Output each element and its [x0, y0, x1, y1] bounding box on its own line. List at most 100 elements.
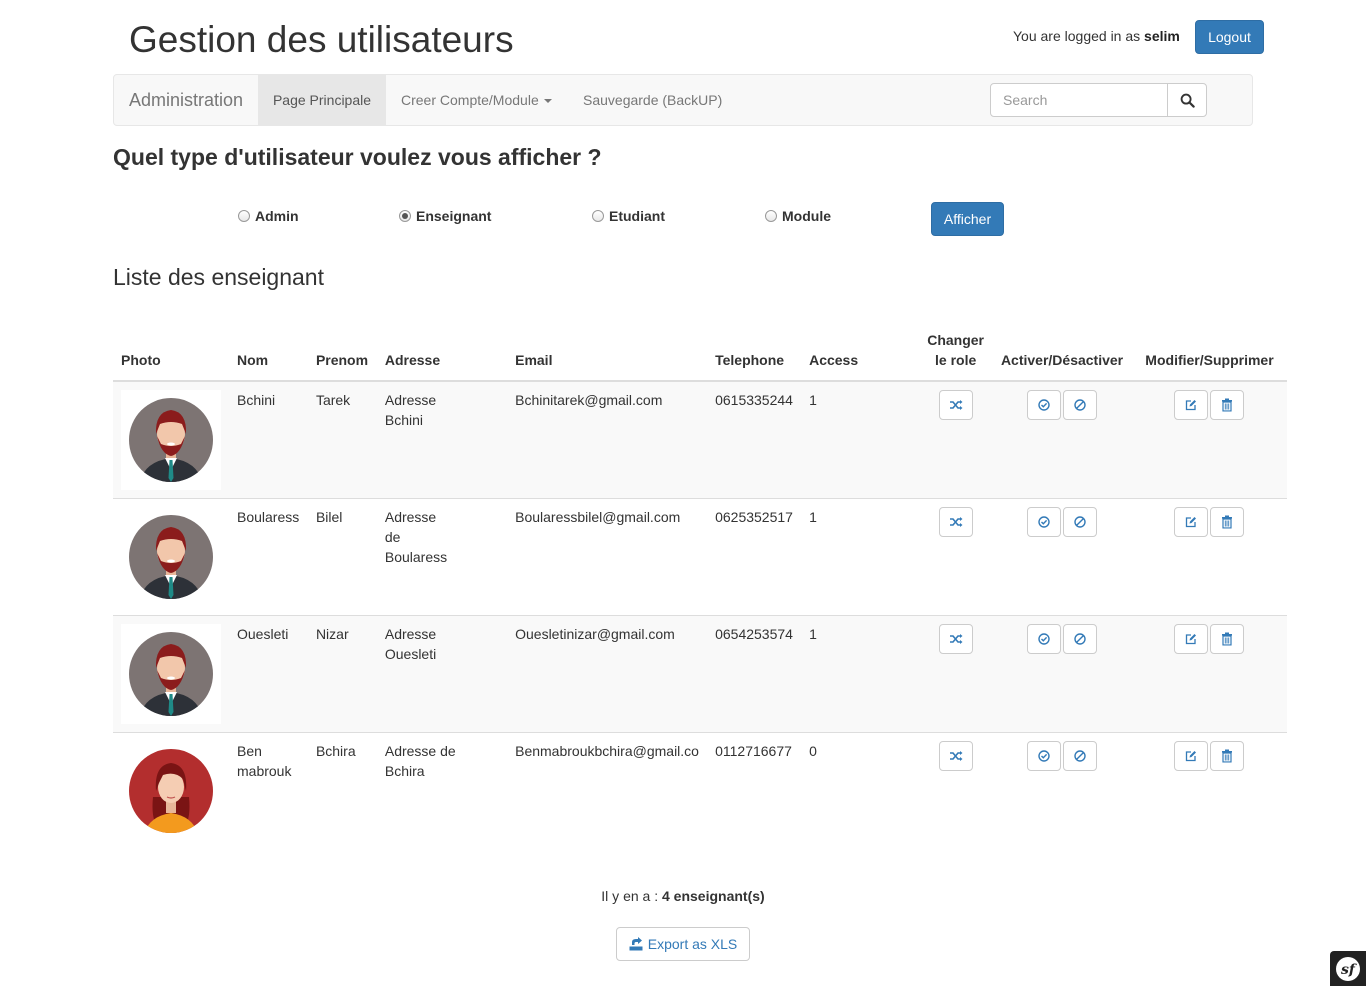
- telephone-cell: 0112716677: [707, 732, 802, 850]
- radio-button[interactable]: [399, 210, 411, 222]
- radio-enseignant[interactable]: Enseignant: [399, 208, 491, 224]
- table-row: Boularess Bilel Adresse de Boularess Bou…: [113, 498, 1287, 616]
- email-cell: Benmabroukbchira@gmail.co: [507, 732, 708, 850]
- change-role-button[interactable]: [938, 390, 973, 420]
- trash-icon: [1222, 398, 1233, 412]
- count-prefix: Il y en a :: [601, 888, 659, 904]
- count-value: 4 enseignant(s): [662, 888, 765, 904]
- telephone-cell: 0654253574: [707, 615, 802, 733]
- edit-button[interactable]: [1174, 624, 1209, 654]
- edit-delete-cell: [1131, 380, 1287, 499]
- check-circle-icon: [1038, 516, 1050, 528]
- access-cell: 0: [801, 732, 920, 850]
- adresse-cell: Adresse de Bchira: [376, 732, 508, 850]
- edit-delete-cell: [1131, 615, 1287, 733]
- male-avatar-icon: [129, 398, 213, 482]
- search-icon: [1180, 93, 1195, 108]
- afficher-button[interactable]: Afficher: [931, 202, 1004, 236]
- change-role-button[interactable]: [938, 624, 973, 654]
- access-cell: 1: [801, 498, 920, 616]
- email-cell: Bchinitarek@gmail.com: [507, 380, 708, 499]
- users-table: Photo Nom Prenom Adresse Email Telephone…: [113, 326, 1287, 850]
- logout-button[interactable]: Logout: [1195, 20, 1264, 54]
- change-role-button[interactable]: [938, 507, 973, 537]
- nom-cell: Bchini: [229, 380, 308, 499]
- edit-button[interactable]: [1174, 390, 1209, 420]
- radio-label: Enseignant: [416, 208, 492, 224]
- symfony-toolbar-toggle[interactable]: sf: [1330, 951, 1366, 986]
- search-button[interactable]: [1167, 83, 1207, 117]
- activation-cell: [992, 380, 1132, 499]
- nav-item-label: Page Principale: [272, 92, 372, 108]
- deactivate-button[interactable]: [1063, 507, 1098, 537]
- edit-button[interactable]: [1174, 507, 1209, 537]
- caret-down-icon: [543, 99, 552, 104]
- username: selim: [1144, 28, 1180, 44]
- radio-label: Admin: [255, 208, 299, 224]
- count-summary: Il y en a : 4 enseignant(s): [0, 888, 1366, 904]
- edit-delete-cell: [1131, 498, 1287, 616]
- delete-button[interactable]: [1210, 624, 1245, 654]
- adresse-cell: Adresse Ouesleti: [376, 615, 508, 733]
- photo-cell: [113, 615, 229, 733]
- table-row: Ouesleti Nizar Adresse Ouesleti Ouesleti…: [113, 615, 1287, 733]
- column-header: Nom: [229, 326, 308, 382]
- radio-button[interactable]: [765, 210, 777, 222]
- activate-button[interactable]: [1027, 741, 1062, 771]
- delete-button[interactable]: [1210, 741, 1245, 771]
- female-avatar-icon: [129, 749, 213, 833]
- navbar-brand[interactable]: Administration: [129, 90, 243, 111]
- radio-etudiant[interactable]: Etudiant: [592, 208, 665, 224]
- deactivate-button[interactable]: [1063, 741, 1098, 771]
- activate-button[interactable]: [1027, 390, 1062, 420]
- trash-icon: [1222, 749, 1233, 763]
- male-avatar-icon: [129, 515, 213, 599]
- deactivate-button[interactable]: [1063, 390, 1098, 420]
- activate-button[interactable]: [1027, 624, 1062, 654]
- column-header: Prenom: [307, 326, 377, 382]
- avatar: [121, 390, 221, 490]
- prenom-cell: Tarek: [307, 380, 377, 499]
- telephone-cell: 0625352517: [707, 498, 802, 616]
- edit-button[interactable]: [1174, 741, 1209, 771]
- change-role-button[interactable]: [938, 741, 973, 771]
- radio-button[interactable]: [238, 210, 250, 222]
- delete-button[interactable]: [1210, 390, 1245, 420]
- radio-admin[interactable]: Admin: [238, 208, 299, 224]
- login-info: You are logged in as selim: [1013, 28, 1180, 44]
- change-role-cell: [919, 498, 993, 616]
- check-circle-icon: [1038, 399, 1050, 411]
- nav-item-creer-compte[interactable]: Creer Compte/Module: [401, 75, 552, 125]
- column-header: Changer le role: [919, 326, 993, 382]
- radio-module[interactable]: Module: [765, 208, 831, 224]
- adresse-cell: Adresse Bchini: [376, 380, 508, 499]
- login-prefix: You are logged in as: [1013, 28, 1141, 44]
- export-label: Export as XLS: [647, 936, 738, 952]
- page-title: Gestion des utilisateurs: [129, 19, 514, 60]
- ban-circle-icon: [1074, 516, 1086, 528]
- deactivate-button[interactable]: [1063, 624, 1098, 654]
- search-input[interactable]: [990, 83, 1168, 117]
- nom-cell: Boularess: [229, 498, 308, 616]
- navbar: Administration Page Principale Creer Com…: [113, 74, 1253, 126]
- column-header: Telephone: [707, 326, 802, 382]
- random-icon: [949, 400, 963, 410]
- edit-icon: [1186, 400, 1197, 411]
- delete-button[interactable]: [1210, 507, 1245, 537]
- nav-item-sauvegarde[interactable]: Sauvegarde (BackUP): [583, 75, 722, 125]
- activate-button[interactable]: [1027, 507, 1062, 537]
- email-cell: Ouesletinizar@gmail.com: [507, 615, 708, 733]
- radio-label: Etudiant: [609, 208, 665, 224]
- edit-icon: [1186, 634, 1197, 645]
- random-icon: [949, 517, 963, 527]
- export-xls-button[interactable]: Export as XLS: [616, 927, 750, 961]
- nom-cell: Ouesleti: [229, 615, 308, 733]
- nav-item-page-principale[interactable]: Page Principale: [258, 75, 386, 125]
- radio-button[interactable]: [592, 210, 604, 222]
- change-role-cell: [919, 380, 993, 499]
- nav-item-label: Sauvegarde (BackUP): [583, 92, 723, 108]
- telephone-cell: 0615335244: [707, 380, 802, 499]
- column-header: Modifier/Supprimer: [1131, 326, 1287, 382]
- edit-icon: [1186, 517, 1197, 528]
- check-circle-icon: [1038, 633, 1050, 645]
